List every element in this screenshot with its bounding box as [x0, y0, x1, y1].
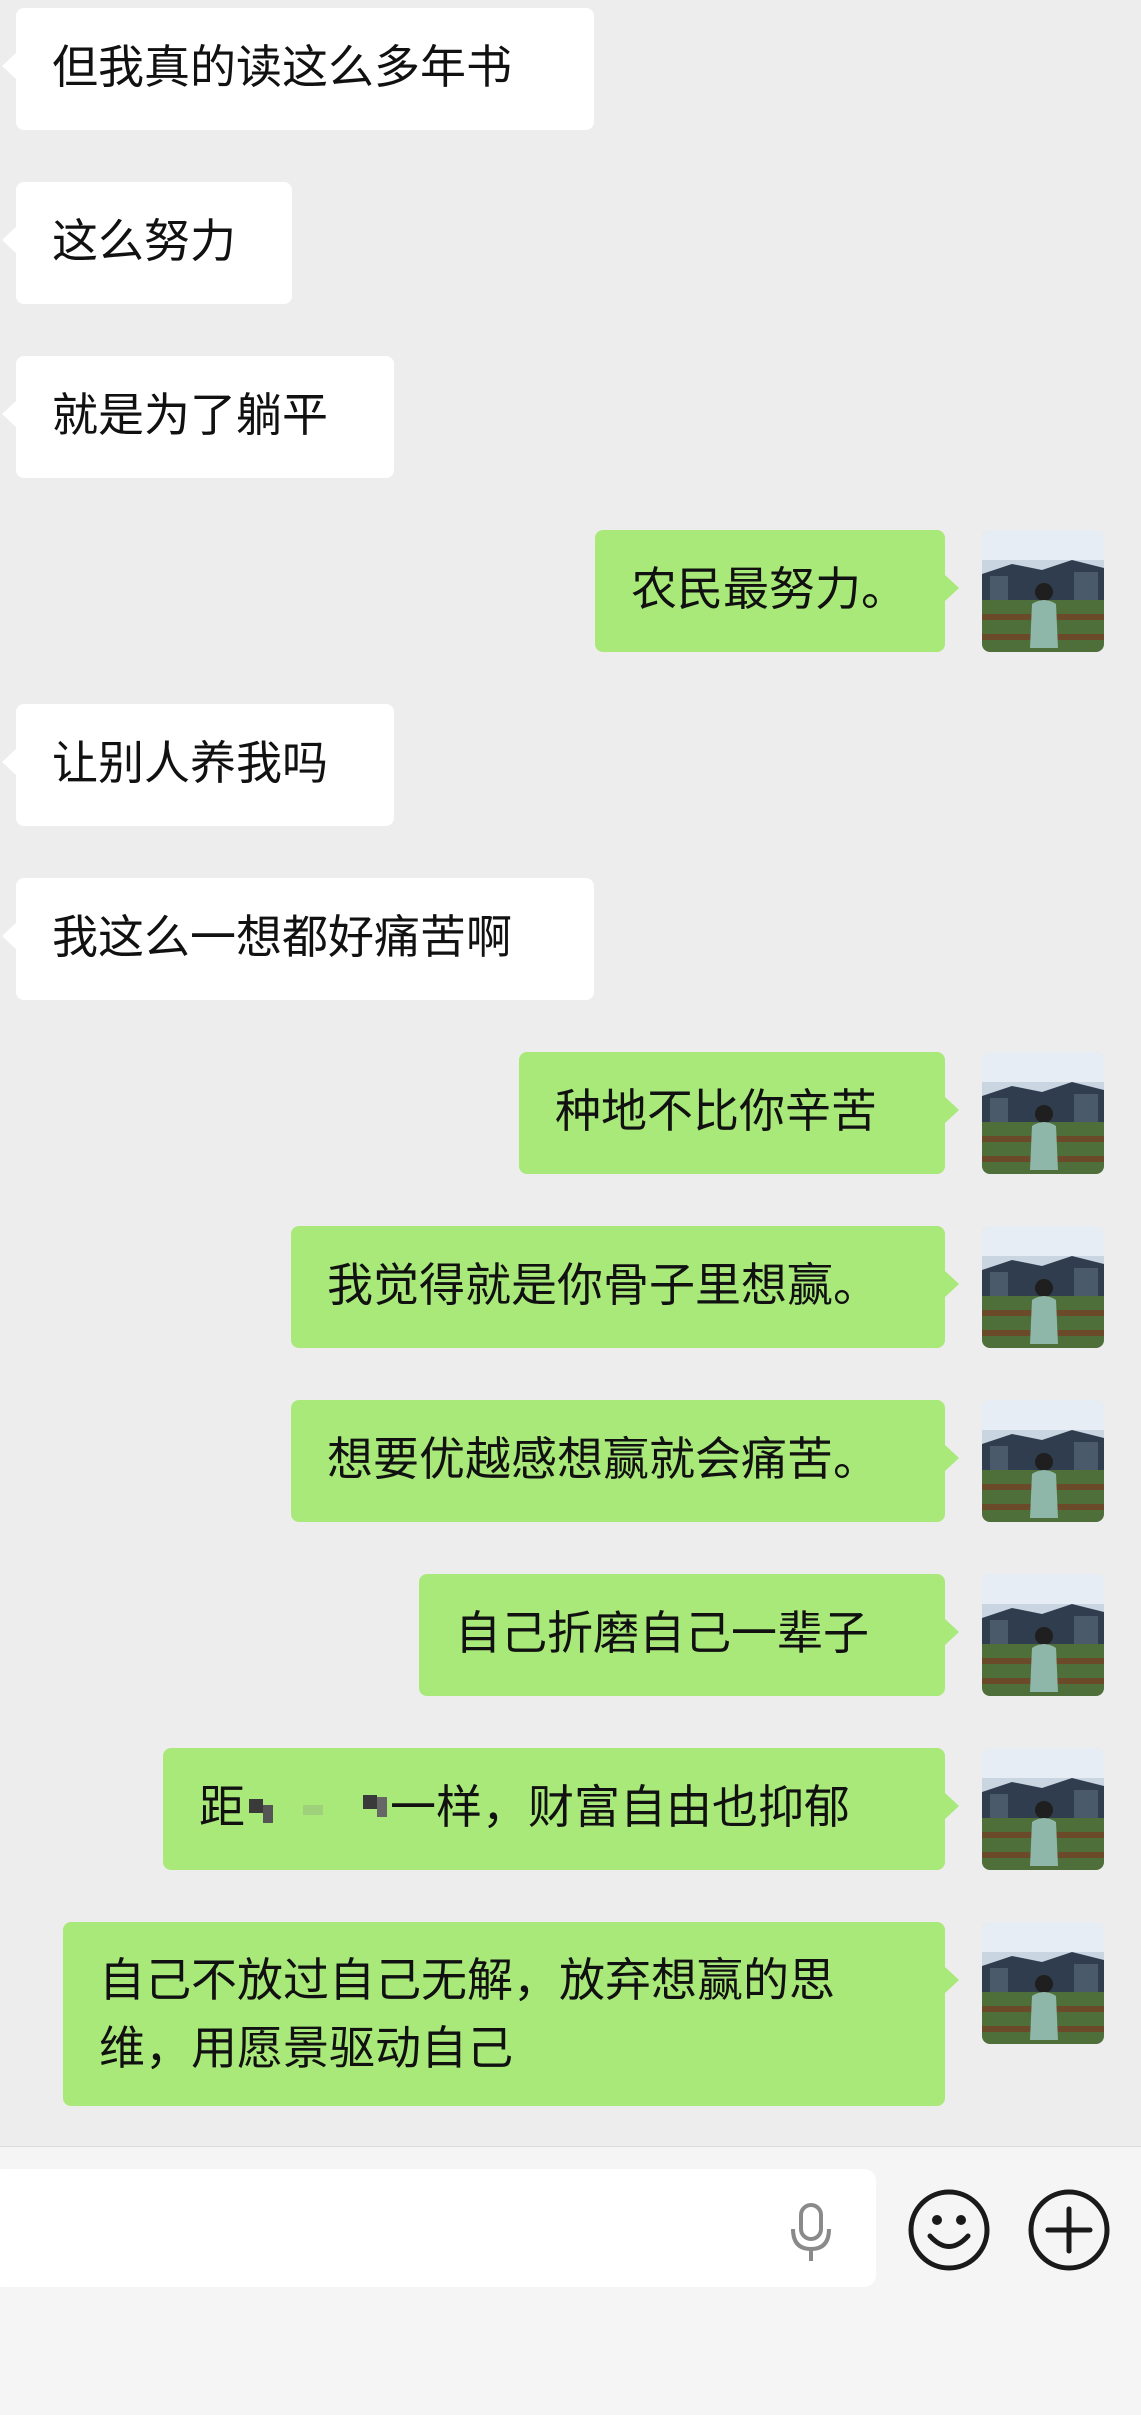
message-bubble-sent[interactable]: 距 一样，财富自由也抑郁	[163, 1748, 959, 1870]
microphone-icon[interactable]	[786, 2203, 836, 2263]
message-bubble-received[interactable]: 但我真的读这么多年书	[2, 8, 594, 130]
user-avatar[interactable]	[982, 1400, 1104, 1522]
chat-input-bar	[0, 2146, 1141, 2415]
message-text-start: 距	[199, 1780, 245, 1834]
redacted-block	[245, 1783, 390, 1829]
message-text-end: 一样，财富自由也抑郁	[390, 1780, 850, 1834]
message-bubble-sent[interactable]: 自己折磨自己一辈子	[419, 1574, 959, 1696]
avatar-photo-icon	[982, 1922, 1104, 2044]
emoji-icon[interactable]	[906, 2187, 992, 2273]
user-avatar[interactable]	[982, 530, 1104, 652]
message-bubble-sent[interactable]: 我觉得就是你骨子里想赢。	[291, 1226, 959, 1348]
user-avatar[interactable]	[982, 1052, 1104, 1174]
message-bubble-received[interactable]: 这么努力	[2, 182, 292, 304]
user-avatar[interactable]	[982, 1226, 1104, 1348]
chat-message-list[interactable]: 但我真的读这么多年书 这么努力 就是为了躺平 农民最努力。 让别人养我吗 我这么…	[0, 0, 1141, 2146]
user-avatar[interactable]	[982, 1748, 1104, 1870]
avatar-photo-icon	[982, 1052, 1104, 1174]
avatar-photo-icon	[982, 1226, 1104, 1348]
message-bubble-sent[interactable]: 农民最努力。	[595, 530, 959, 652]
avatar-photo-icon	[982, 1400, 1104, 1522]
message-bubble-sent[interactable]: 想要优越感想赢就会痛苦。	[291, 1400, 959, 1522]
message-input[interactable]	[0, 2169, 876, 2287]
message-bubble-sent[interactable]: 自己不放过自己无解，放弃想赢的思维，用愿景驱动自己	[63, 1922, 959, 2106]
message-bubble-received[interactable]: 就是为了躺平	[2, 356, 394, 478]
user-avatar[interactable]	[982, 1922, 1104, 2044]
avatar-photo-icon	[982, 1574, 1104, 1696]
avatar-photo-icon	[982, 530, 1104, 652]
message-bubble-received[interactable]: 让别人养我吗	[2, 704, 394, 826]
avatar-photo-icon	[982, 1748, 1104, 1870]
plus-icon[interactable]	[1026, 2187, 1112, 2273]
user-avatar[interactable]	[982, 1574, 1104, 1696]
message-bubble-received[interactable]: 我这么一想都好痛苦啊	[2, 878, 594, 1000]
message-bubble-sent[interactable]: 种地不比你辛苦	[519, 1052, 959, 1174]
